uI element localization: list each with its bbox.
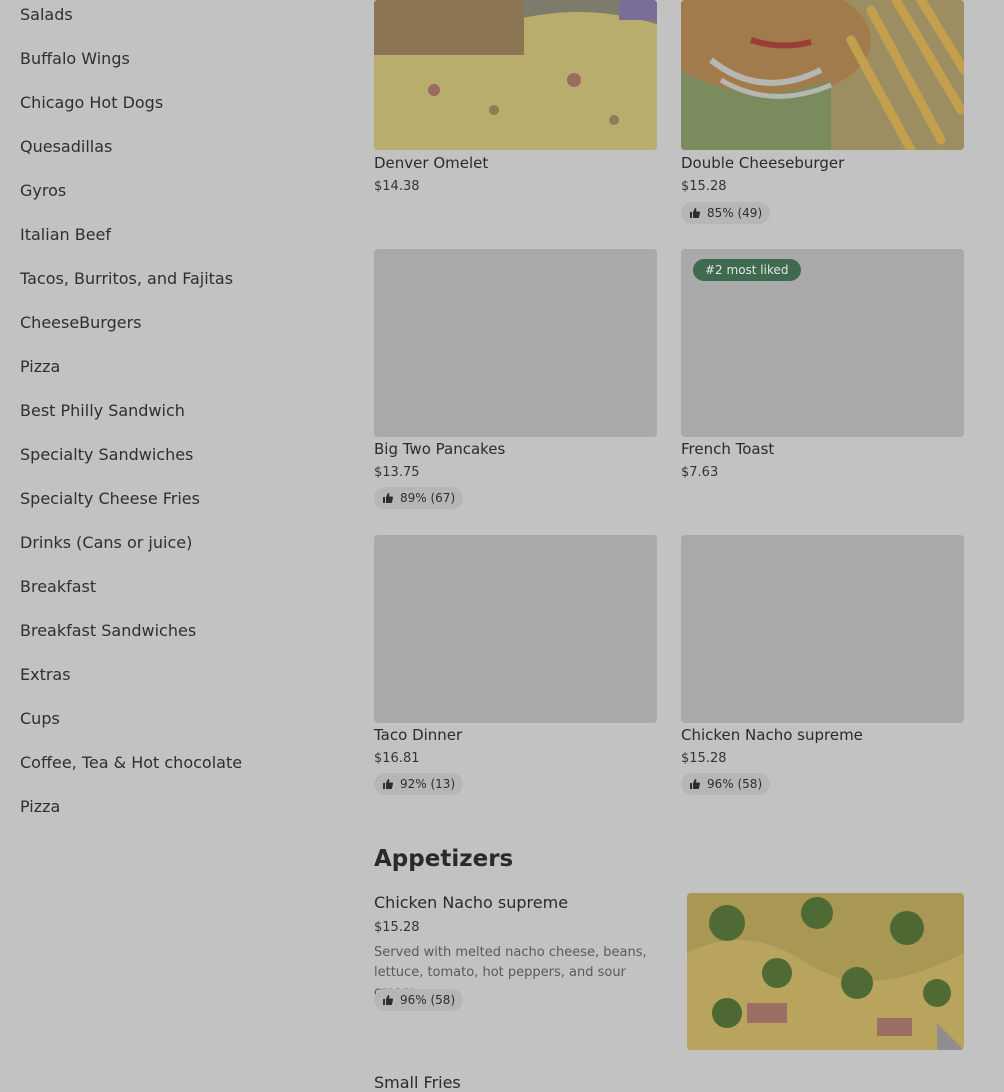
item-name: Double Cheeseburger bbox=[681, 154, 845, 172]
thumbs-up-icon bbox=[383, 995, 394, 1005]
sidebar-item-best-philly-sandwich[interactable]: Best Philly Sandwich bbox=[20, 401, 185, 420]
section-title-appetizers: Appetizers bbox=[374, 846, 514, 872]
sidebar-item-chicago-hot-dogs[interactable]: Chicago Hot Dogs bbox=[20, 93, 163, 112]
menu-card-taco-dinner[interactable]: Taco Dinner $16.81 92% (13) bbox=[374, 535, 657, 795]
item-price: $7.63 bbox=[681, 465, 719, 480]
menu-card-double-cheeseburger[interactable]: Double Cheeseburger $15.28 85% (49) bbox=[681, 0, 964, 224]
item-photo-placeholder bbox=[374, 535, 657, 723]
sidebar-item-italian-beef[interactable]: Italian Beef bbox=[20, 225, 111, 244]
item-price: $16.81 bbox=[374, 751, 420, 766]
item-photo-placeholder bbox=[374, 249, 657, 437]
menu-card-french-toast[interactable]: #2 most liked French Toast $7.63 bbox=[681, 249, 964, 480]
rating-pill: 85% (49) bbox=[681, 202, 771, 224]
thumbs-up-icon bbox=[383, 493, 394, 503]
rating-pill: 89% (67) bbox=[374, 487, 464, 509]
sidebar-item-breakfast[interactable]: Breakfast bbox=[20, 577, 96, 596]
rating-pill: 92% (13) bbox=[374, 773, 464, 795]
sidebar-item-cheeseburgers[interactable]: CheeseBurgers bbox=[20, 313, 142, 332]
sidebar-item-specialty-sandwiches[interactable]: Specialty Sandwiches bbox=[20, 445, 193, 464]
item-price: $13.75 bbox=[374, 465, 420, 480]
thumbs-up-icon bbox=[690, 779, 701, 789]
thumbs-up-icon bbox=[690, 208, 701, 218]
rating-text: 85% (49) bbox=[707, 206, 763, 220]
item-name: French Toast bbox=[681, 440, 775, 458]
menu-card-chicken-nacho-supreme[interactable]: Chicken Nacho supreme $15.28 96% (58) bbox=[681, 535, 964, 795]
item-name: Chicken Nacho supreme bbox=[374, 893, 569, 912]
item-name: Taco Dinner bbox=[374, 726, 463, 744]
most-liked-badge: #2 most liked bbox=[693, 259, 801, 281]
sidebar-item-gyros[interactable]: Gyros bbox=[20, 181, 66, 200]
item-photo bbox=[687, 893, 964, 1050]
sidebar-item-salads[interactable]: Salads bbox=[20, 5, 73, 24]
item-name-small-fries[interactable]: Small Fries bbox=[374, 1073, 461, 1092]
sidebar-item-quesadillas[interactable]: Quesadillas bbox=[20, 137, 112, 156]
rating-pill: 96% (58) bbox=[374, 989, 464, 1011]
rating-text: 96% (58) bbox=[400, 993, 456, 1007]
sidebar-item-buffalo-wings[interactable]: Buffalo Wings bbox=[20, 49, 130, 68]
sidebar-item-breakfast-sandwiches[interactable]: Breakfast Sandwiches bbox=[20, 621, 196, 640]
menu-card-denver-omelet[interactable]: Denver Omelet $14.38 bbox=[374, 0, 657, 194]
sidebar-item-pizza[interactable]: Pizza bbox=[20, 357, 60, 376]
rating-pill: 96% (58) bbox=[681, 773, 771, 795]
rating-text: 89% (67) bbox=[400, 491, 456, 505]
item-photo bbox=[681, 0, 964, 150]
rating-text: 92% (13) bbox=[400, 777, 456, 791]
item-price: $15.28 bbox=[374, 920, 420, 935]
item-price: $15.28 bbox=[681, 751, 727, 766]
menu-card-big-two-pancakes[interactable]: Big Two Pancakes $13.75 89% (67) bbox=[374, 249, 657, 509]
sidebar-item-coffee-tea[interactable]: Coffee, Tea & Hot chocolate bbox=[20, 753, 242, 772]
item-photo bbox=[374, 0, 657, 150]
sidebar-item-drinks[interactable]: Drinks (Cans or juice) bbox=[20, 533, 192, 552]
featured-item-chicken-nacho-supreme[interactable]: Chicken Nacho supreme $15.28 Served with… bbox=[374, 893, 964, 1053]
item-name: Chicken Nacho supreme bbox=[681, 726, 863, 744]
sidebar-item-extras[interactable]: Extras bbox=[20, 665, 71, 684]
sidebar-item-specialty-cheese-fries[interactable]: Specialty Cheese Fries bbox=[20, 489, 200, 508]
item-price: $14.38 bbox=[374, 179, 420, 194]
item-price: $15.28 bbox=[681, 179, 727, 194]
item-photo-placeholder bbox=[681, 535, 964, 723]
rating-text: 96% (58) bbox=[707, 777, 763, 791]
thumbs-up-icon bbox=[383, 779, 394, 789]
item-name: Denver Omelet bbox=[374, 154, 489, 172]
sidebar-item-cups[interactable]: Cups bbox=[20, 709, 60, 728]
sidebar-item-tacos-burritos-fajitas[interactable]: Tacos, Burritos, and Fajitas bbox=[20, 269, 233, 288]
sidebar-item-pizza-2[interactable]: Pizza bbox=[20, 797, 60, 816]
item-photo-placeholder: #2 most liked bbox=[681, 249, 964, 437]
item-name: Big Two Pancakes bbox=[374, 440, 506, 458]
